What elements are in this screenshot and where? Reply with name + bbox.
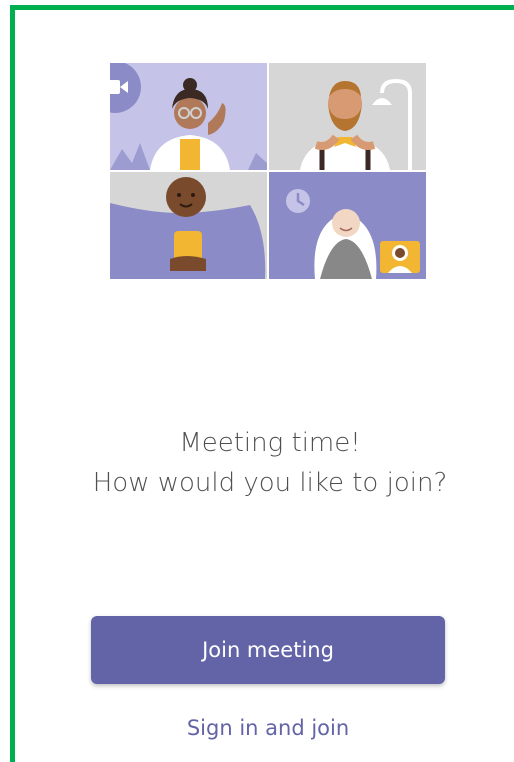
join-meeting-button[interactable]: Join meeting — [91, 616, 445, 684]
prompt-question: How would you like to join? — [92, 468, 448, 498]
green-frame-left — [10, 5, 15, 762]
meeting-illustration — [110, 63, 426, 279]
sign-in-and-join-link[interactable]: Sign in and join — [91, 712, 445, 744]
prompt-heading: Meeting time! — [179, 428, 361, 458]
clock-icon — [286, 189, 310, 213]
green-frame-top — [10, 5, 514, 10]
meeting-prompt: Meeting time! How would you like to join… — [60, 425, 480, 501]
person-thumbnail-icon — [380, 241, 420, 273]
